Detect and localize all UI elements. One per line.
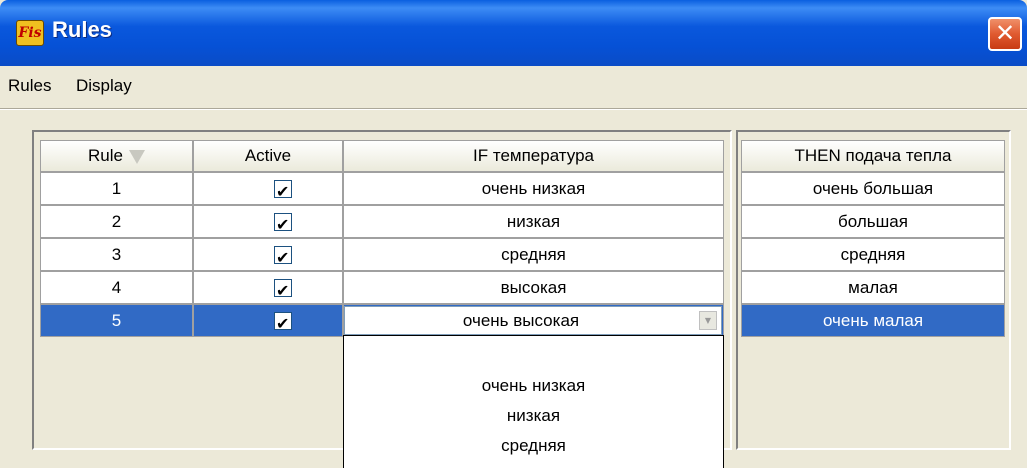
column-header-if[interactable]: IF температура <box>343 140 724 172</box>
sort-indicator-icon <box>128 149 145 164</box>
if-value-combobox[interactable]: очень высокая ▼ <box>344 306 722 335</box>
rule-number-cell-selected[interactable]: 5 <box>40 304 193 337</box>
if-cell[interactable]: очень низкая <box>343 172 724 205</box>
menu-bar: Rules Display <box>0 66 1027 108</box>
active-checkbox[interactable] <box>274 309 292 340</box>
dropdown-option[interactable]: низкая <box>344 406 723 426</box>
column-header-active[interactable]: Active <box>193 140 343 172</box>
close-button[interactable]: ✕ <box>988 17 1022 51</box>
if-cell[interactable]: средняя <box>343 238 724 271</box>
dropdown-arrow-icon[interactable]: ▼ <box>699 311 717 330</box>
rule-number-cell[interactable]: 4 <box>40 271 193 304</box>
dropdown-option[interactable]: очень низкая <box>344 376 723 396</box>
then-cell[interactable]: малая <box>741 271 1005 304</box>
active-checkbox[interactable] <box>274 177 292 208</box>
rule-number-cell[interactable]: 3 <box>40 238 193 271</box>
if-cell[interactable]: высокая <box>343 271 724 304</box>
dropdown-option[interactable]: средняя <box>344 436 723 456</box>
active-cell[interactable] <box>193 172 343 208</box>
then-cell-selected[interactable]: очень малая <box>741 304 1005 337</box>
then-cell[interactable]: средняя <box>741 238 1005 271</box>
menu-rules[interactable]: Rules <box>8 76 51 96</box>
fis-app-icon: Fis <box>16 20 44 46</box>
then-cell[interactable]: очень большая <box>741 172 1005 205</box>
combobox-selected-value: очень высокая <box>462 311 580 330</box>
if-cell[interactable]: низкая <box>343 205 724 238</box>
rule-number-cell[interactable]: 1 <box>40 172 193 205</box>
active-cell[interactable] <box>193 205 343 241</box>
active-checkbox[interactable] <box>274 243 292 274</box>
column-header-then[interactable]: THEN подача тепла <box>741 140 1005 172</box>
active-checkbox[interactable] <box>274 210 292 241</box>
title-bar[interactable]: Fis Rules ✕ <box>0 0 1027 66</box>
menu-display[interactable]: Display <box>76 76 132 96</box>
active-cell[interactable] <box>193 238 343 274</box>
column-header-rule[interactable]: Rule <box>40 140 193 172</box>
active-cell[interactable] <box>193 271 343 307</box>
rule-header-label: Rule <box>88 146 123 165</box>
dropdown-list[interactable]: очень низкая низкая средняя <box>343 335 724 468</box>
active-cell-selected[interactable] <box>193 304 343 340</box>
menu-separator <box>0 108 1027 110</box>
window-title: Rules <box>52 17 112 42</box>
then-cell[interactable]: большая <box>741 205 1005 238</box>
rule-number-cell[interactable]: 2 <box>40 205 193 238</box>
active-checkbox[interactable] <box>274 276 292 307</box>
